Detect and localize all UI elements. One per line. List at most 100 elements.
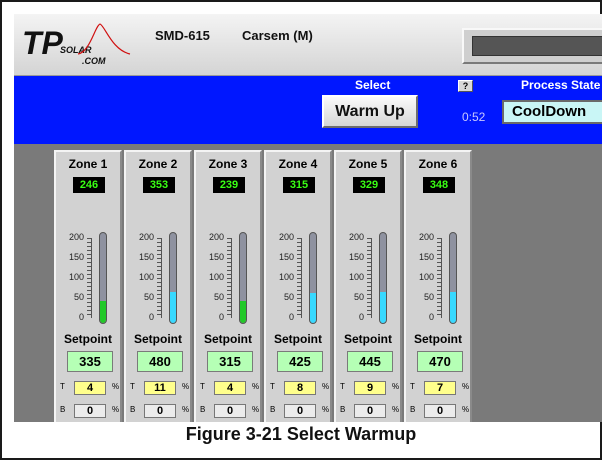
zone-panel: Zone 5 329 200 150 100 50 0 Setpoint 445 T 9… [334,150,402,422]
setpoint-value[interactable]: 470 [417,351,463,372]
setpoint-value[interactable]: 425 [277,351,323,372]
scale-tick-label: 150 [418,252,434,262]
scale-ticks [227,238,232,318]
bottom-percent-row: B 0 % [266,403,330,419]
temperature-scale: 200 150 100 50 0 [336,232,376,324]
bottom-percent-row: B 0 % [406,403,470,419]
scale-ticks [87,238,92,318]
setpoint-value[interactable]: 480 [137,351,183,372]
bottom-percent-value[interactable]: 0 [354,404,386,418]
percent-sign: % [392,382,400,391]
top-percent-value[interactable]: 8 [284,381,316,395]
select-label: Select [355,78,391,92]
zone-panel: Zone 3 239 200 150 100 50 0 Setpoint 315 T 4… [194,150,262,422]
temperature-scale: 200 150 100 50 0 [196,232,236,324]
scale-tick-label: 150 [68,252,84,262]
top-percent-row: T 7 % [406,380,470,396]
top-percent-value[interactable]: 4 [74,381,106,395]
temperature-bar-fill [310,293,316,323]
top-percent-value[interactable]: 11 [144,381,176,395]
top-letter: T [130,382,135,391]
bottom-letter: B [200,405,206,414]
setpoint-label: Setpoint [204,332,252,346]
figure-frame: TP SOLAR .COM SMD-615 Carsem (M) Select … [0,0,602,460]
bottom-percent-value[interactable]: 0 [74,404,106,418]
scale-tick-label: 0 [288,312,294,322]
top-percent-row: T 11 % [126,380,190,396]
scale-tick-label: 0 [428,312,434,322]
scale-tick-label: 150 [208,252,224,262]
top-letter: T [270,382,275,391]
temperature-scale: 200 150 100 50 0 [56,232,96,324]
bottom-percent-value[interactable]: 0 [424,404,456,418]
percent-sign: % [462,382,470,391]
setpoint-value[interactable]: 335 [67,351,113,372]
zone-panel: Zone 4 315 200 150 100 50 0 Setpoint 425 T 8… [264,150,332,422]
top-percent-value[interactable]: 9 [354,381,386,395]
zone-title: Zone 3 [208,157,248,171]
temperature-bar-fill [240,301,246,323]
top-letter: T [60,382,65,391]
header-bar: TP SOLAR .COM SMD-615 Carsem (M) [14,14,602,76]
setpoint-value[interactable]: 315 [207,351,253,372]
svg-text:.COM: .COM [82,56,106,66]
setpoint-label: Setpoint [134,332,182,346]
temperature-bar [309,232,317,324]
scale-tick-label: 200 [348,232,364,242]
temperature-scale: 200 150 100 50 0 [126,232,166,324]
scale-tick-label: 200 [68,232,84,242]
bottom-letter: B [410,405,416,414]
temperature-bar-fill [450,291,456,323]
bottom-percent-value[interactable]: 0 [214,404,246,418]
top-letter: T [200,382,205,391]
scale-tick-label: 100 [418,272,434,282]
percent-sign: % [322,405,330,414]
warm-up-button[interactable]: Warm Up [322,95,418,128]
percent-sign: % [252,405,260,414]
scale-tick-label: 100 [348,272,364,282]
setpoint-value[interactable]: 445 [347,351,393,372]
zone-temperature: 239 [213,177,245,193]
scale-tick-label: 100 [208,272,224,282]
zone-temperature: 246 [73,177,105,193]
scale-tick-label: 0 [358,312,364,322]
top-percent-value[interactable]: 7 [424,381,456,395]
percent-sign: % [252,382,260,391]
zone-temperature: 315 [283,177,315,193]
temperature-bar [169,232,177,324]
zone-panels: Zone 1 246 200 150 100 50 0 Setpoint 335 T 4… [54,150,474,422]
bottom-percent-value[interactable]: 0 [284,404,316,418]
temperature-bar [379,232,387,324]
bottom-percent-value[interactable]: 0 [144,404,176,418]
app-screen: TP SOLAR .COM SMD-615 Carsem (M) Select … [14,14,602,422]
zone-panel: Zone 1 246 200 150 100 50 0 Setpoint 335 T 4… [54,150,122,422]
zone-temperature: 329 [353,177,385,193]
setpoint-label: Setpoint [344,332,392,346]
temperature-bar-fill [380,292,386,323]
scale-tick-label: 100 [68,272,84,282]
bottom-percent-row: B 0 % [56,403,120,419]
top-percent-row: T 4 % [56,380,120,396]
scale-tick-label: 50 [283,292,294,302]
bottom-letter: B [340,405,346,414]
top-percent-row: T 8 % [266,380,330,396]
help-button[interactable]: ? [458,80,473,92]
process-state-label: Process State [521,78,601,92]
zone-title: Zone 4 [278,157,318,171]
top-letter: T [340,382,345,391]
percent-sign: % [462,405,470,414]
zone-title: Zone 6 [418,157,458,171]
scale-tick-label: 0 [148,312,154,322]
temperature-bar-fill [170,291,176,323]
bottom-letter: B [60,405,66,414]
percent-sign: % [182,382,190,391]
timer-readout: 0:52 [462,110,486,124]
percent-sign: % [112,382,120,391]
top-percent-value[interactable]: 4 [214,381,246,395]
display-screen [472,36,602,56]
process-state-value: CoolDown [502,100,602,124]
scale-ticks [437,238,442,318]
scale-tick-label: 0 [78,312,84,322]
zone-title: Zone 2 [138,157,178,171]
scale-tick-label: 50 [143,292,154,302]
